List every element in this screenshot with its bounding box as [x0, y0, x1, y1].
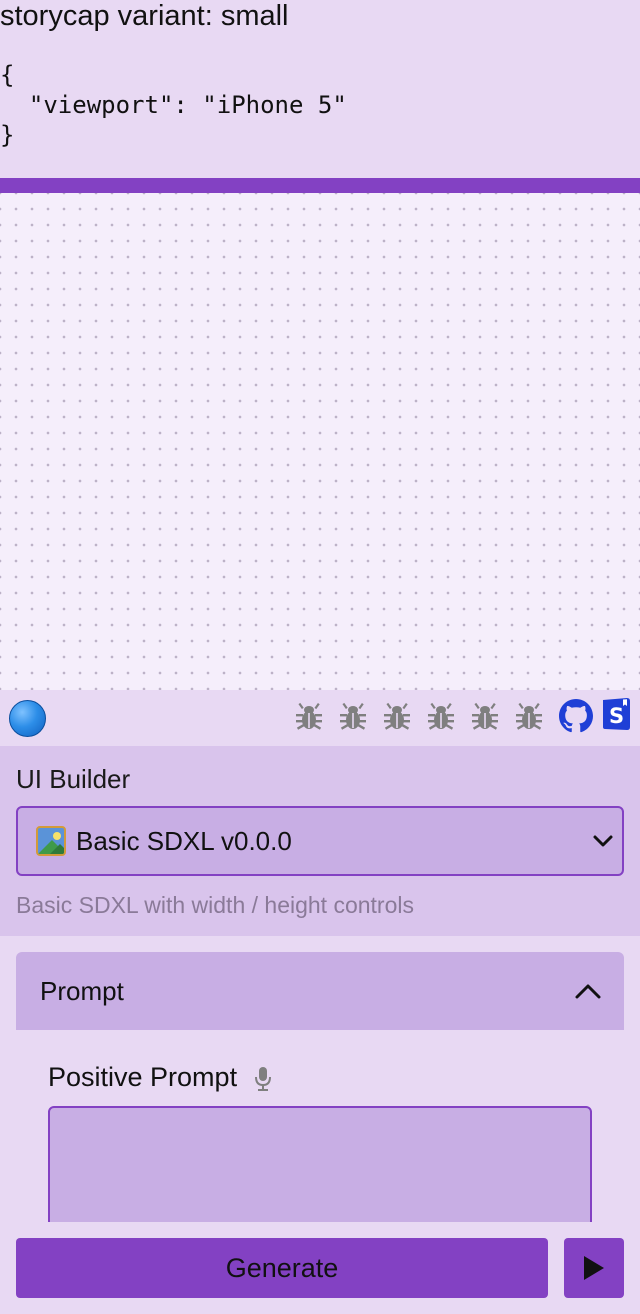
prompt-panel-header[interactable]: Prompt: [16, 952, 624, 1030]
svg-text:S: S: [609, 704, 624, 728]
bug-icon[interactable]: [514, 702, 544, 732]
bug-icon[interactable]: [382, 702, 412, 732]
ui-builder-description: Basic SDXL with width / height controls: [16, 892, 414, 918]
toolbar: S: [0, 690, 640, 746]
ui-builder-selected-value: Basic SDXL v0.0.0: [76, 826, 292, 856]
ui-builder-section: UI Builder Basic SDXL v0.0.0 Basic SDXL …: [0, 746, 640, 936]
ui-builder-select[interactable]: Basic SDXL v0.0.0: [16, 806, 624, 876]
canvas-area[interactable]: [0, 193, 640, 690]
bug-icon[interactable]: [294, 702, 324, 732]
storybook-icon[interactable]: S: [601, 697, 631, 731]
ui-builder-label: UI Builder: [16, 764, 131, 794]
variant-config-code: { "viewport": "iPhone 5" }: [0, 61, 347, 149]
positive-prompt-label: Positive Prompt: [48, 1062, 238, 1092]
framed-picture-icon: [36, 826, 66, 856]
generate-button[interactable]: Generate: [16, 1238, 548, 1298]
action-footer: Generate: [0, 1222, 640, 1314]
bug-icon[interactable]: [426, 702, 456, 732]
play-icon: [584, 1256, 604, 1280]
chevron-down-icon: [593, 835, 613, 847]
bug-icon[interactable]: [338, 702, 368, 732]
accent-bar: [0, 178, 640, 193]
variant-title: storycap variant: small: [0, 0, 289, 32]
github-icon[interactable]: [559, 699, 593, 733]
microphone-icon[interactable]: [254, 1066, 272, 1092]
play-button[interactable]: [564, 1238, 624, 1298]
prompt-panel: Prompt Positive Prompt: [16, 952, 624, 1246]
chevron-up-icon[interactable]: [574, 978, 602, 1004]
bug-icon[interactable]: [470, 702, 500, 732]
prompt-panel-title: Prompt: [40, 976, 124, 1006]
status-dot-icon[interactable]: [9, 700, 46, 737]
